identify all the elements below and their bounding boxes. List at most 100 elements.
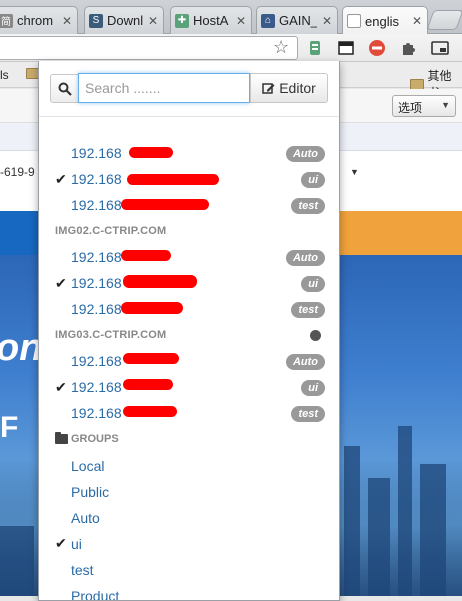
- status-badge: ui: [301, 276, 325, 292]
- house-icon: ⌂: [261, 14, 275, 28]
- host-address: 192.168: [71, 171, 122, 187]
- skyline-tower: [420, 464, 446, 596]
- group-name: Public: [71, 484, 109, 500]
- orange-menu-block[interactable]: [340, 211, 462, 255]
- tab-chrome[interactable]: 简 chrom ✕: [0, 6, 78, 34]
- no-entry-icon[interactable]: [367, 38, 387, 58]
- host-entry[interactable]: ✔ 192.168 ui: [39, 271, 339, 297]
- edit-icon: [262, 82, 275, 95]
- checkmark-icon: ✔: [55, 171, 67, 188]
- host-address: 192.168: [71, 379, 122, 395]
- close-icon[interactable]: ✕: [321, 14, 333, 28]
- new-tab-button[interactable]: [426, 10, 462, 30]
- tab-strip: 简 chrom ✕ S Downl ✕ ✚ HostA ✕ ⌂ GAIN_ ✕ …: [0, 0, 462, 34]
- host-entry[interactable]: 192.168 Auto: [39, 245, 339, 271]
- group-item-local[interactable]: Local: [39, 453, 339, 479]
- redaction-mark: [121, 250, 171, 261]
- host-address: 192.168: [71, 145, 122, 161]
- status-badge: test: [291, 198, 325, 214]
- group-item-test[interactable]: test: [39, 557, 339, 583]
- group-header[interactable]: IMG02.C-CTRIP.COM: [39, 219, 339, 245]
- redaction-mark: [123, 379, 173, 390]
- tab-download[interactable]: S Downl ✕: [84, 6, 164, 34]
- window-icon[interactable]: [336, 38, 356, 58]
- group-item-auto[interactable]: Auto: [39, 505, 339, 531]
- close-icon[interactable]: ✕: [411, 14, 423, 28]
- chinese-char-icon: 简: [0, 14, 13, 28]
- group-header[interactable]: IMG03.C-CTRIP.COM: [39, 323, 339, 349]
- group-item-product[interactable]: Product: [39, 583, 339, 601]
- star-icon[interactable]: ☆: [273, 37, 289, 58]
- skyline-tower: [0, 526, 34, 596]
- group-name: Product: [71, 588, 119, 601]
- hosts-list: 192.168 Auto ✔ 192.168 ui 192.168 test I…: [39, 141, 339, 601]
- close-icon[interactable]: ✕: [61, 14, 73, 28]
- status-badge: Auto: [286, 354, 325, 370]
- address-bar[interactable]: [0, 36, 298, 60]
- tab-gain[interactable]: ⌂ GAIN_ ✕: [256, 6, 338, 34]
- close-icon[interactable]: ✕: [147, 14, 159, 28]
- tab-english[interactable]: englis ✕: [342, 6, 428, 35]
- group-name: ui: [71, 536, 82, 552]
- redaction-mark: [121, 199, 209, 210]
- editor-button[interactable]: Editor: [250, 73, 328, 103]
- cast-icon[interactable]: [430, 38, 450, 58]
- tab-hostadmin[interactable]: ✚ HostA ✕: [170, 6, 252, 34]
- tab-label: chrom: [17, 13, 57, 28]
- hostadmin-icon[interactable]: [305, 38, 325, 58]
- host-address: 192.168: [71, 275, 122, 291]
- s-logo-icon: S: [89, 14, 103, 28]
- host-address: 192.168: [71, 405, 122, 421]
- host-entry[interactable]: 192.168 Auto: [39, 141, 339, 167]
- triangle-down-icon[interactable]: ▼: [350, 167, 359, 177]
- checkmark-icon: ✔: [55, 379, 67, 396]
- search-button[interactable]: [50, 74, 79, 103]
- skyline-tower: [368, 478, 390, 596]
- checkmark-icon: ✔: [55, 535, 67, 552]
- tab-label: GAIN_: [279, 13, 317, 28]
- puzzle-icon[interactable]: [398, 38, 418, 58]
- host-entry[interactable]: ✔ 192.168 ui: [39, 167, 339, 193]
- phone-number: -619-9: [0, 165, 35, 179]
- host-address: 192.168: [71, 353, 122, 369]
- status-badge: ui: [301, 380, 325, 396]
- skyline-tower: [344, 446, 360, 596]
- host-entry[interactable]: 192.168 test: [39, 297, 339, 323]
- group-name: test: [71, 562, 94, 578]
- groups-header: GROUPS: [39, 427, 339, 453]
- host-address: 192.168: [71, 301, 122, 317]
- folder-icon: [410, 79, 424, 90]
- group-title: IMG03.C-CTRIP.COM: [55, 329, 166, 341]
- redaction-mark: [123, 353, 179, 364]
- host-address: 192.168: [71, 197, 122, 213]
- redaction-mark: [123, 275, 197, 288]
- status-badge: ui: [301, 172, 325, 188]
- globe-icon[interactable]: [310, 330, 321, 341]
- search-input[interactable]: [78, 73, 250, 103]
- group-name: Local: [71, 458, 104, 474]
- hostadmin-popup: Editor 192.168 Auto ✔ 192.168 ui 192.168…: [38, 61, 340, 601]
- status-badge: Auto: [286, 146, 325, 162]
- checkmark-icon: ✔: [55, 275, 67, 292]
- groups-title: GROUPS: [55, 433, 119, 445]
- tab-label: HostA: [193, 13, 231, 28]
- options-select[interactable]: 选项 ▼: [392, 95, 456, 117]
- redaction-mark: [121, 302, 183, 314]
- host-entry[interactable]: 192.168 test: [39, 193, 339, 219]
- status-badge: test: [291, 406, 325, 422]
- bookmark-item[interactable]: ls: [0, 68, 9, 82]
- hero-subheading: F: [0, 411, 18, 445]
- host-entry[interactable]: 192.168 test: [39, 401, 339, 427]
- group-item-public[interactable]: Public: [39, 479, 339, 505]
- host-entry[interactable]: 192.168 Auto: [39, 349, 339, 375]
- group-item-ui[interactable]: ✔ ui: [39, 531, 339, 557]
- skyline-tower: [398, 426, 412, 596]
- popup-header: Editor: [39, 61, 339, 117]
- close-icon[interactable]: ✕: [235, 14, 247, 28]
- host-entry[interactable]: ✔ 192.168 ui: [39, 375, 339, 401]
- search-icon: [58, 82, 72, 96]
- redaction-mark: [129, 147, 173, 158]
- options-select-label: 选项: [398, 101, 422, 115]
- document-icon: [347, 14, 361, 28]
- editor-button-label: Editor: [279, 80, 316, 96]
